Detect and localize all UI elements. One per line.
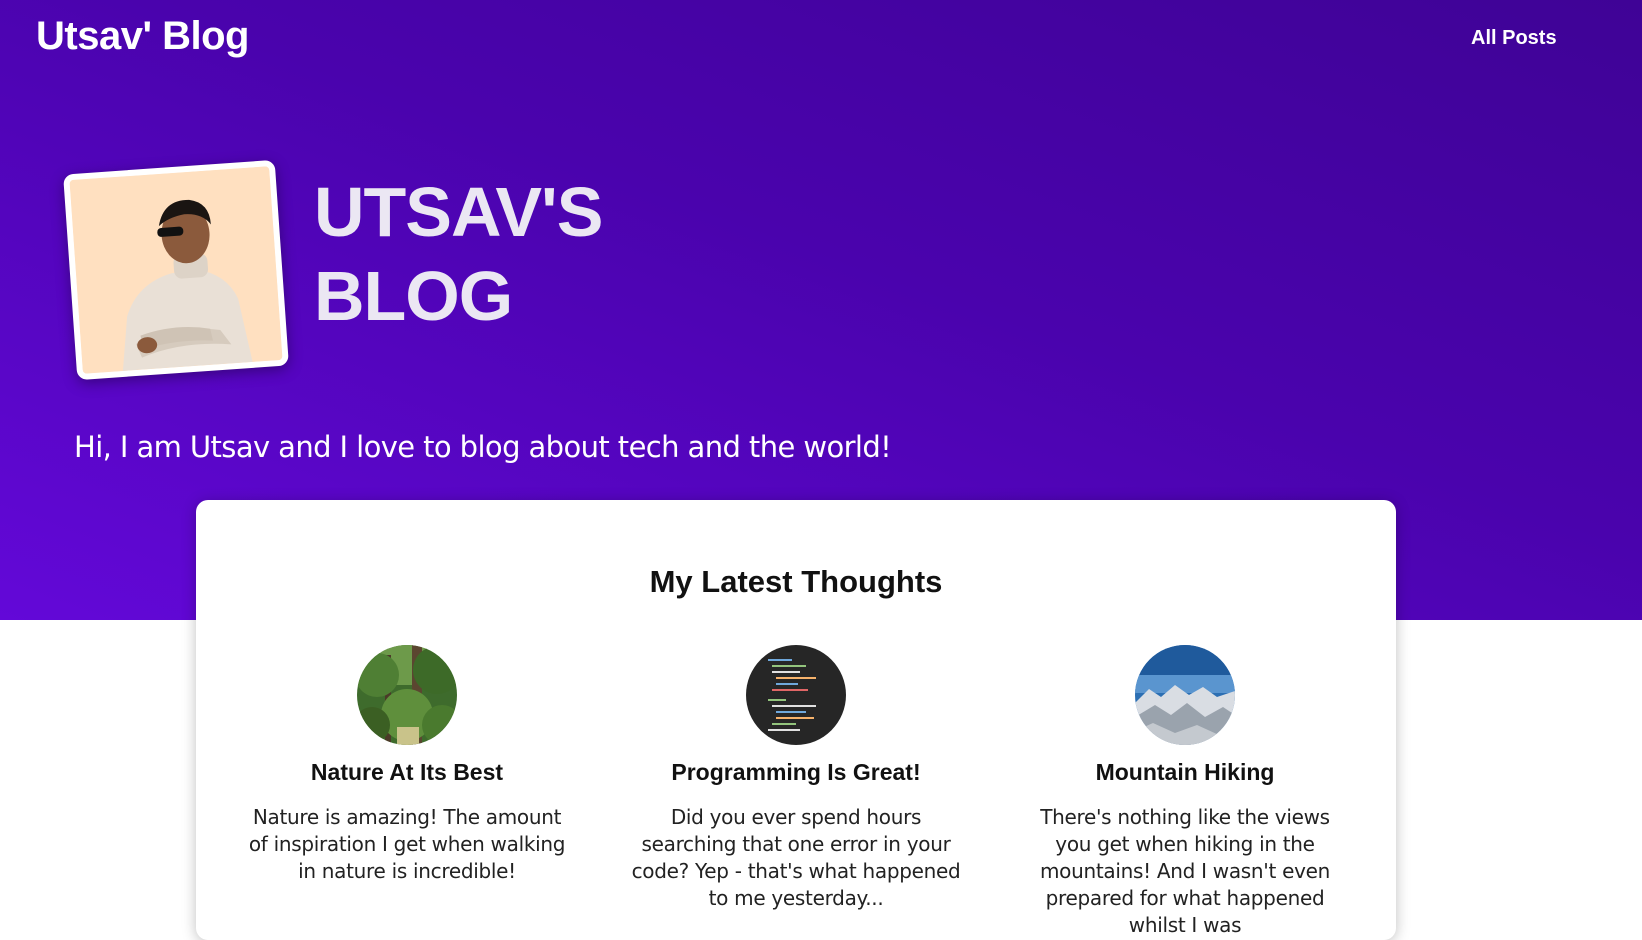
post-card-nature[interactable]: Nature At Its Best Nature is amazing! Th… (242, 645, 572, 885)
post-excerpt: Nature is amazing! The amount of inspira… (248, 805, 566, 883)
hero-title: UTSAV'S BLOG (314, 170, 603, 338)
latest-posts-heading: My Latest Thoughts (649, 564, 943, 599)
post-excerpt: There's nothing like the views you get w… (1040, 805, 1330, 937)
hero-title-line2: BLOG (314, 257, 513, 335)
forest-image[interactable] (357, 645, 457, 745)
post-card-programming[interactable]: Programming Is Great! Did you ever spend… (631, 645, 961, 912)
post-title[interactable]: Nature At Its Best (242, 759, 572, 786)
avatar (63, 159, 289, 381)
code-editor-image[interactable] (746, 645, 846, 745)
hero-tagline: Hi, I am Utsav and I love to blog about … (74, 430, 892, 464)
nav-all-posts-link[interactable]: All Posts (1471, 27, 1557, 50)
post-card-mountain[interactable]: Mountain Hiking There's nothing like the… (1020, 645, 1350, 939)
post-title[interactable]: Mountain Hiking (1020, 759, 1350, 786)
person-portrait-icon (69, 166, 283, 374)
post-excerpt: Did you ever spend hours searching that … (631, 805, 961, 910)
mountains-image[interactable] (1135, 645, 1235, 745)
post-title[interactable]: Programming Is Great! (631, 759, 961, 786)
site-title[interactable]: Utsav' Blog (36, 14, 249, 59)
latest-posts-card: My Latest Thoughts Nature At Its Best Na… (196, 500, 1396, 940)
hero-title-line1: UTSAV'S (314, 173, 603, 251)
